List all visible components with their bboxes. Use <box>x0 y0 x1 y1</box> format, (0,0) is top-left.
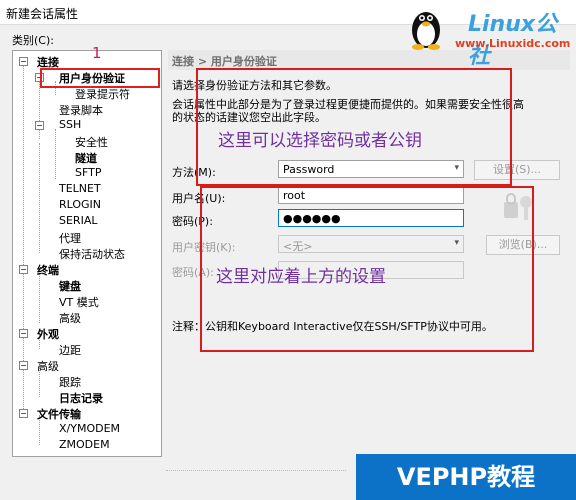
tree-item-sftp[interactable]: SFTP <box>75 166 101 179</box>
tree-item-logging[interactable]: 日志记录 <box>59 390 103 406</box>
annotation-text-bottom: 这里对应着上方的设置 <box>216 267 386 287</box>
breadcrumb: 连接 > 用户身份验证 <box>172 55 277 68</box>
annotation-text-top: 这里可以选择密码或者公钥 <box>218 131 422 151</box>
tux-penguin-icon <box>412 12 440 50</box>
tree-item-vt-mode[interactable]: VT 模式 <box>59 294 99 310</box>
collapse-icon[interactable]: − <box>19 361 28 370</box>
tree-item-trace[interactable]: 跟踪 <box>59 374 81 390</box>
tree-item-appearance[interactable]: 外观 <box>37 326 59 342</box>
tree-item-zmodem[interactable]: ZMODEM <box>59 438 110 451</box>
collapse-icon[interactable]: − <box>19 329 28 338</box>
collapse-icon[interactable]: − <box>35 121 44 130</box>
tree-item-terminal[interactable]: 终端 <box>37 262 59 278</box>
tree-item-login-prompt[interactable]: 登录提示符 <box>75 86 130 102</box>
divider <box>166 470 346 471</box>
tree-item-margin[interactable]: 边距 <box>59 342 81 358</box>
selection-highlight-box <box>40 68 160 88</box>
tree-line <box>55 129 56 179</box>
tree-item-keyboard[interactable]: 键盘 <box>59 278 81 294</box>
vephp-watermark: VEPHP教程 <box>356 454 576 500</box>
category-label: 类别(C): <box>12 34 54 47</box>
tree-item-telnet[interactable]: TELNET <box>59 182 101 195</box>
tree-item-rlogin[interactable]: RLOGIN <box>59 198 101 211</box>
tree-item-file-transfer[interactable]: 文件传输 <box>37 406 81 422</box>
tree-item-xymodem[interactable]: X/YMODEM <box>59 422 120 435</box>
collapse-icon[interactable]: − <box>19 409 28 418</box>
tree-item-keepalive[interactable]: 保持活动状态 <box>59 246 125 262</box>
collapse-icon[interactable]: − <box>19 57 28 66</box>
tree-item-tunnel[interactable]: 隧道 <box>75 150 97 166</box>
tree-item-login-script[interactable]: 登录脚本 <box>59 102 103 118</box>
tree-item-serial[interactable]: SERIAL <box>59 214 97 227</box>
tree-line <box>39 81 40 139</box>
tree-item-advanced[interactable]: 高级 <box>37 358 59 374</box>
tree-item-ssh[interactable]: SSH <box>59 118 81 131</box>
tree-line <box>39 273 40 323</box>
tree-item-proxy[interactable]: 代理 <box>59 230 81 246</box>
tree-item-terminal-advanced[interactable]: 高级 <box>59 310 81 326</box>
category-tree[interactable]: − 连接 − 用户身份验证 登录提示符 登录脚本 − SSH 安全性 隧道 SF… <box>12 50 162 457</box>
collapse-icon[interactable]: − <box>19 265 28 274</box>
window-title: 新建会话属性 <box>6 7 79 21</box>
linux-url-text: www.Linuxidc.com <box>455 37 571 50</box>
tree-item-security[interactable]: 安全性 <box>75 134 108 150</box>
annotation-number: 1 <box>92 44 102 62</box>
tree-line <box>39 143 40 253</box>
